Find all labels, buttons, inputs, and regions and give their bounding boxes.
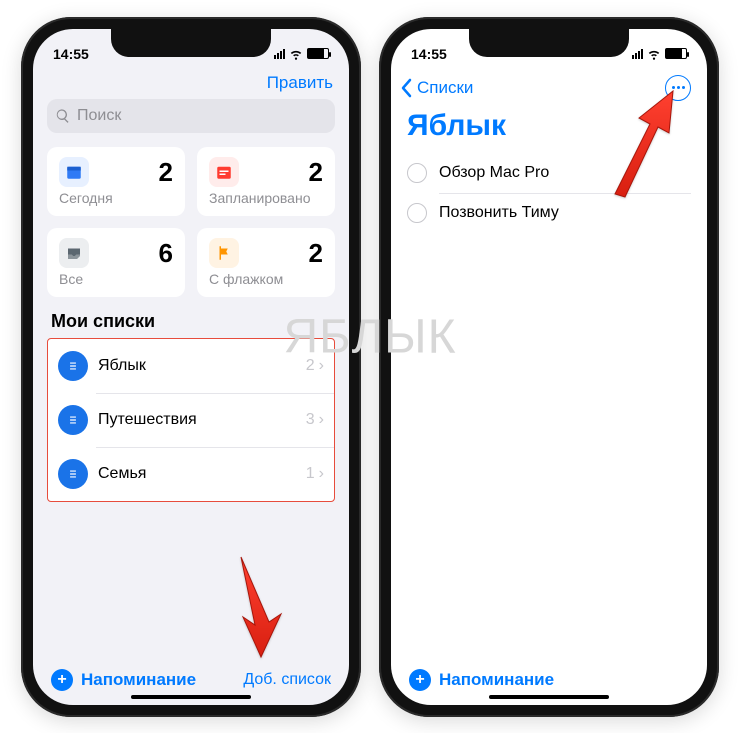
chevron-right-icon: › bbox=[319, 411, 324, 429]
battery-icon bbox=[307, 48, 329, 59]
screen-left: 14:55 Править Поиск 2 Сегодня bbox=[33, 29, 349, 705]
my-lists-heading: Мои списки bbox=[33, 301, 349, 338]
inbox-icon bbox=[59, 238, 89, 268]
calendar-planned-icon bbox=[209, 157, 239, 187]
toolbar: + Напоминание Доб. список bbox=[33, 669, 349, 691]
list-item[interactable]: Семья 1 › bbox=[48, 447, 334, 501]
summary-cards: 2 Сегодня 2 Запланировано 6 bbox=[33, 139, 349, 301]
list-count: 2 bbox=[306, 357, 315, 375]
phone-left: 14:55 Править Поиск 2 Сегодня bbox=[21, 17, 361, 717]
list-name: Семья bbox=[98, 465, 306, 483]
card-all[interactable]: 6 Все bbox=[47, 228, 185, 297]
plus-icon: + bbox=[409, 669, 431, 691]
screen-right: 14:55 Списки Яблык Обзор Mac Pro bbox=[391, 29, 707, 705]
notch bbox=[111, 29, 271, 57]
status-indicators bbox=[274, 47, 329, 61]
status-indicators bbox=[632, 47, 687, 61]
list-item[interactable]: Путешествия 3 › bbox=[48, 393, 334, 447]
radio-icon[interactable] bbox=[407, 203, 427, 223]
list-icon bbox=[58, 459, 88, 489]
toolbar: + Напоминание bbox=[391, 669, 707, 691]
wifi-icon bbox=[647, 47, 661, 61]
reminder-item[interactable]: Позвонить Тиму bbox=[407, 193, 691, 233]
phone-right: 14:55 Списки Яблык Обзор Mac Pro bbox=[379, 17, 719, 717]
card-planned-count: 2 bbox=[309, 157, 323, 188]
reminder-item[interactable]: Обзор Mac Pro bbox=[407, 153, 691, 193]
card-flagged-label: С флажком bbox=[209, 271, 323, 287]
search-input[interactable]: Поиск bbox=[47, 99, 335, 133]
new-reminder-button[interactable]: + Напоминание bbox=[51, 669, 196, 691]
list-icon bbox=[58, 405, 88, 435]
card-all-label: Все bbox=[59, 271, 173, 287]
plus-icon: + bbox=[51, 669, 73, 691]
reminder-text: Обзор Mac Pro bbox=[439, 164, 549, 182]
list-icon bbox=[58, 351, 88, 381]
chevron-right-icon: › bbox=[319, 357, 324, 375]
search-placeholder: Поиск bbox=[77, 107, 121, 125]
status-time: 14:55 bbox=[53, 46, 89, 62]
list-name: Яблык bbox=[98, 357, 306, 375]
my-lists: Яблык 2 › Путешествия 3 › Семья 1 › bbox=[47, 338, 335, 502]
notch bbox=[469, 29, 629, 57]
flag-icon bbox=[209, 238, 239, 268]
ellipsis-icon bbox=[672, 86, 675, 89]
wifi-icon bbox=[289, 47, 303, 61]
list-item[interactable]: Яблык 2 › bbox=[48, 339, 334, 393]
card-flagged[interactable]: 2 С флажком bbox=[197, 228, 335, 297]
cellular-icon bbox=[274, 49, 285, 59]
search-icon bbox=[55, 108, 71, 124]
chevron-right-icon: › bbox=[319, 465, 324, 483]
card-today-label: Сегодня bbox=[59, 190, 173, 206]
reminder-text: Позвонить Тиму bbox=[439, 204, 559, 222]
card-today-count: 2 bbox=[159, 157, 173, 188]
chevron-left-icon bbox=[399, 78, 413, 98]
battery-icon bbox=[665, 48, 687, 59]
list-count: 3 bbox=[306, 411, 315, 429]
list-count: 1 bbox=[306, 465, 315, 483]
cellular-icon bbox=[632, 49, 643, 59]
add-list-button[interactable]: Доб. список bbox=[243, 671, 331, 689]
card-today[interactable]: 2 Сегодня bbox=[47, 147, 185, 216]
card-all-count: 6 bbox=[159, 238, 173, 269]
card-planned-label: Запланировано bbox=[209, 190, 323, 206]
list-title: Яблык bbox=[391, 103, 707, 153]
reminders-list: Обзор Mac Pro Позвонить Тиму bbox=[391, 153, 707, 233]
new-reminder-label: Напоминание bbox=[439, 670, 554, 690]
home-indicator bbox=[489, 695, 609, 699]
radio-icon[interactable] bbox=[407, 163, 427, 183]
nav-bar: Списки bbox=[391, 69, 707, 103]
back-label: Списки bbox=[417, 78, 473, 98]
list-name: Путешествия bbox=[98, 411, 306, 429]
more-button[interactable] bbox=[665, 75, 691, 101]
card-planned[interactable]: 2 Запланировано bbox=[197, 147, 335, 216]
status-time: 14:55 bbox=[411, 46, 447, 62]
nav-bar: Править bbox=[33, 69, 349, 93]
new-reminder-button[interactable]: + Напоминание bbox=[409, 669, 554, 691]
calendar-icon bbox=[59, 157, 89, 187]
edit-button[interactable]: Править bbox=[267, 73, 333, 93]
new-reminder-label: Напоминание bbox=[81, 670, 196, 690]
card-flagged-count: 2 bbox=[309, 238, 323, 269]
back-button[interactable]: Списки bbox=[399, 78, 473, 98]
home-indicator bbox=[131, 695, 251, 699]
annotation-arrow bbox=[221, 552, 301, 667]
